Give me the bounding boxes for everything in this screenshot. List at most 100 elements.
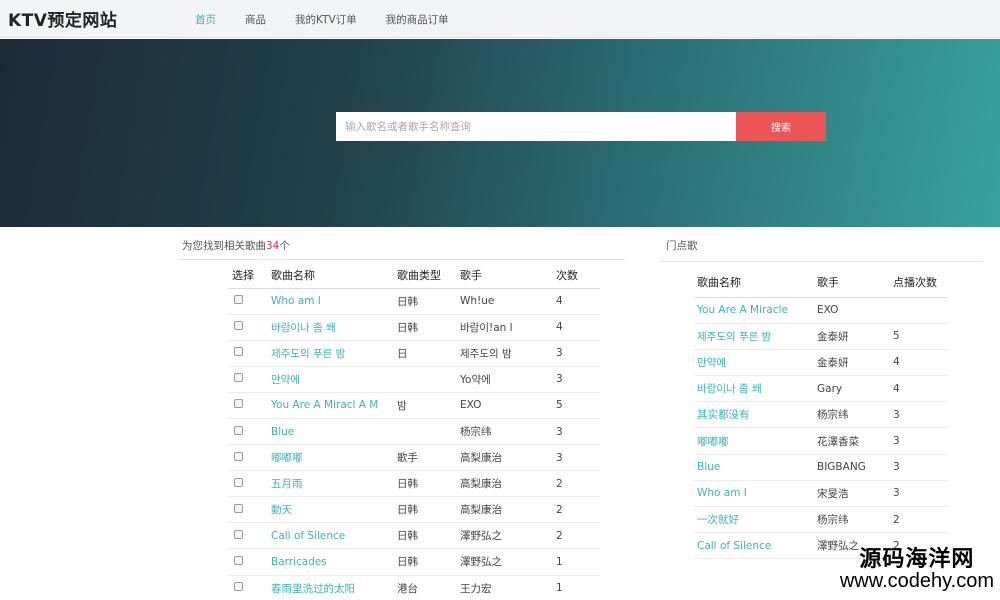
select-checkbox[interactable]	[234, 451, 243, 461]
song-singer: 高梨康治	[456, 444, 552, 472]
song-name-link[interactable]: 제주도의 푸른 밤	[267, 340, 393, 367]
select-checkbox[interactable]	[234, 529, 243, 539]
table-row: 動天 日韩 高梨康治 2	[228, 496, 600, 524]
song-singer: 王力宏	[456, 575, 552, 600]
column-header: 歌曲名称	[694, 268, 814, 298]
song-name-link[interactable]: 바람이나 좀 쐐	[267, 314, 393, 341]
nav-my-ktv-orders[interactable]: 我的KTV订单	[295, 12, 357, 27]
select-cell	[228, 548, 267, 576]
song-times: 3	[552, 366, 600, 393]
select-checkbox[interactable]	[234, 399, 243, 409]
song-type: 日韩	[393, 470, 456, 498]
select-checkbox[interactable]	[234, 321, 243, 331]
hot-song-singer: BIGBANG	[814, 454, 890, 481]
select-checkbox[interactable]	[234, 503, 243, 513]
table-row: 嘟嘟嘟 花澤香菜 3	[694, 427, 948, 455]
watermark-title: 源码海洋网	[859, 546, 975, 572]
hot-song-name-link[interactable]: Call of Silence	[694, 532, 814, 560]
table-row: 其实都没有 杨宗纬 3	[694, 401, 948, 429]
song-results-table: 选择 歌曲名称 歌曲类型 歌手 次数 Who am I 日韩 Wh!ue 4 바람이나 …	[228, 262, 600, 600]
select-cell	[228, 470, 267, 498]
song-singer: 바람이!an l	[456, 314, 552, 341]
table-row: Blue BIGBANG 3	[694, 454, 948, 481]
song-singer: Wh!ue	[456, 288, 552, 315]
hot-song-name-link[interactable]: 一次就好	[694, 506, 814, 534]
hot-song-singer: 宋旻浩	[814, 480, 890, 508]
search-button[interactable]: 搜索	[736, 112, 826, 141]
hot-song-times: 3	[890, 480, 948, 508]
select-checkbox[interactable]	[234, 582, 243, 592]
select-checkbox[interactable]	[234, 555, 243, 565]
song-name-link[interactable]: Call of Silence	[267, 522, 393, 550]
search-input[interactable]	[336, 112, 736, 141]
hot-song-singer: EXO	[814, 297, 890, 324]
site-logo[interactable]: KTV预定网站	[8, 6, 117, 31]
song-name-link[interactable]: 五月雨	[267, 470, 393, 498]
hot-song-name-link[interactable]: You Are A Miracle	[694, 297, 814, 324]
column-header: 次数	[552, 262, 600, 289]
select-cell	[228, 392, 267, 419]
song-singer: 제주도의 밤	[456, 340, 552, 367]
hot-song-times: 3	[890, 401, 948, 429]
hot-song-times: 5	[890, 323, 948, 350]
column-header: 点播次数	[890, 268, 948, 298]
hot-song-name-link[interactable]: Blue	[694, 454, 814, 481]
song-singer: 澤野弘之	[456, 548, 552, 576]
song-name-link[interactable]: Barricades	[267, 548, 393, 576]
hot-songs-body: You Are A Miracle EXO 제주도의 푸른 밤 金泰妍 5 만약에 金泰妍 4…	[694, 297, 948, 560]
song-name-link[interactable]: 春雨里洗过的太阳	[267, 575, 393, 600]
hot-song-times: 2	[890, 506, 948, 534]
song-times: 2	[552, 470, 600, 498]
hot-song-name-link[interactable]: 만약에	[694, 349, 814, 377]
song-name-link[interactable]: 만약에	[267, 366, 393, 393]
song-times: 3	[552, 340, 600, 367]
hot-song-singer: 金泰妍	[814, 323, 890, 350]
select-checkbox[interactable]	[234, 425, 243, 435]
song-type: 日韩	[393, 288, 456, 315]
select-checkbox[interactable]	[234, 295, 243, 305]
hot-song-name-link[interactable]: Who am I	[694, 480, 814, 508]
nav-home[interactable]: 首页	[195, 12, 216, 27]
song-times: 4	[552, 288, 600, 315]
hot-song-name-link[interactable]: 嘟嘟嘟	[694, 427, 814, 455]
select-cell	[228, 288, 267, 315]
hot-song-times: 4	[890, 375, 948, 403]
song-times: 2	[552, 496, 600, 524]
hot-song-singer: Gary	[814, 375, 890, 403]
table-row: You Are A Miracl A M 밤 EXO 5	[228, 392, 600, 419]
song-type: 日	[393, 340, 456, 367]
song-type: 日韩	[393, 548, 456, 576]
song-type	[393, 366, 456, 393]
table-row: Who am I 日韩 Wh!ue 4	[228, 288, 600, 315]
song-type: 港台	[393, 575, 456, 600]
song-name-link[interactable]: You Are A Miracl A M	[267, 392, 393, 419]
select-checkbox[interactable]	[234, 373, 243, 383]
song-name-link[interactable]: 動天	[267, 496, 393, 524]
result-prefix: 为您找到相关歌曲	[182, 240, 266, 252]
select-checkbox[interactable]	[234, 347, 243, 357]
hot-song-name-link[interactable]: 바람이나 좀 쐐	[694, 375, 814, 403]
song-type: 歌手	[393, 444, 456, 472]
table-row: 만약에 金泰妍 4	[694, 349, 948, 377]
select-cell	[228, 522, 267, 550]
nav-products[interactable]: 商品	[245, 12, 266, 27]
song-name-link[interactable]: 嘟嘟嘟	[267, 444, 393, 472]
select-cell	[228, 496, 267, 524]
column-header: 选择	[228, 262, 267, 289]
select-checkbox[interactable]	[234, 477, 243, 487]
hot-song-name-link[interactable]: 其实都没有	[694, 401, 814, 429]
hot-song-singer: 金泰妍	[814, 349, 890, 377]
table-row: Who am I 宋旻浩 3	[694, 480, 948, 508]
column-header: 歌手	[814, 268, 890, 298]
select-cell	[228, 418, 267, 446]
nav-my-product-orders[interactable]: 我的商品订单	[386, 12, 449, 27]
divider	[660, 261, 982, 262]
hot-song-singer: 杨宗纬	[814, 506, 890, 534]
song-times: 5	[552, 392, 600, 419]
watermark: 源码海洋网 www.codehy.com	[840, 548, 994, 592]
song-singer: 高梨康治	[456, 496, 552, 524]
song-name-link[interactable]: Blue	[267, 418, 393, 446]
hot-song-name-link[interactable]: 제주도의 푸른 밤	[694, 323, 814, 350]
song-name-link[interactable]: Who am I	[267, 288, 393, 315]
song-type: 日韩	[393, 496, 456, 524]
